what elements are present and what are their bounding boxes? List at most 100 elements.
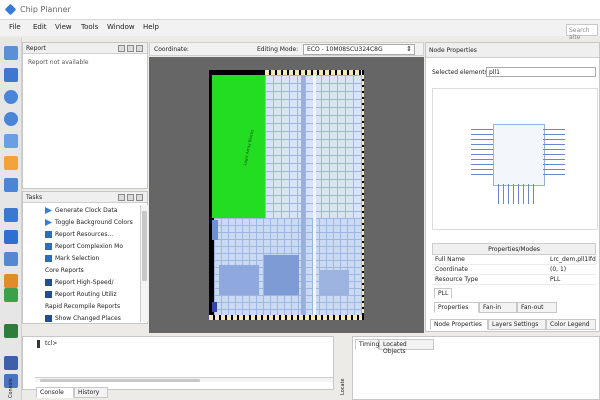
tcl-prompt[interactable]: tcl> xyxy=(45,340,57,347)
pll-block[interactable] xyxy=(212,220,218,240)
tab-located-objects[interactable]: Located Objects xyxy=(379,339,434,355)
task-item[interactable]: Toggle Background Colors xyxy=(45,217,140,228)
selected-elements-field[interactable]: pll1 xyxy=(486,67,596,77)
console-hscrollbar[interactable] xyxy=(35,377,333,382)
fit-view-icon[interactable] xyxy=(4,178,18,192)
title-bar: Chip Planner xyxy=(0,0,600,20)
report-icon xyxy=(45,255,52,262)
tab-history[interactable]: History xyxy=(74,387,108,398)
editing-mode-select[interactable]: ECO - 10M08SCU324C8G ⇕ xyxy=(303,44,415,55)
menu-tools[interactable]: Tools xyxy=(81,23,98,31)
node-properties-header: Node Properties xyxy=(426,43,599,58)
panel-close-icon[interactable] xyxy=(136,45,143,52)
chip-die[interactable]: Logic Array Blocks xyxy=(209,70,364,320)
task-item[interactable]: Report Resources... xyxy=(45,229,140,240)
menu-help[interactable]: Help xyxy=(143,23,159,31)
panel-float-icon[interactable] xyxy=(118,194,125,201)
timing-panel: Timing Located Objects xyxy=(352,336,600,400)
input-pins xyxy=(471,129,493,179)
table-row[interactable]: Resource Type PLL xyxy=(432,275,596,285)
tasks-panel-title: Tasks xyxy=(26,194,43,201)
table-icon xyxy=(45,315,52,322)
layer-icon[interactable] xyxy=(4,208,18,222)
utilization-block xyxy=(319,270,349,295)
select-tool-icon[interactable] xyxy=(4,46,18,60)
zoom-in-icon[interactable] xyxy=(4,90,18,104)
tab-node-properties[interactable]: Node Properties xyxy=(430,319,488,330)
task-item[interactable]: Report High-Speed/ xyxy=(45,277,140,288)
report-icon xyxy=(45,243,52,250)
selected-elements-label: Selected elements: xyxy=(432,69,490,76)
color-icon[interactable] xyxy=(4,288,18,302)
tab-fan-out[interactable]: Fan-out xyxy=(517,302,557,313)
properties-section-header: Properties/Modes xyxy=(432,243,596,255)
tab-color-legend[interactable]: Color Legend xyxy=(546,319,596,330)
panel-restore-icon[interactable] xyxy=(127,45,134,52)
selected-region[interactable]: Logic Array Blocks xyxy=(212,75,265,218)
table-row[interactable]: Full Name Lrc_dem,pll1lfd xyxy=(432,255,596,265)
search-input[interactable]: Search alte xyxy=(566,24,598,41)
properties-table: Full Name Lrc_dem,pll1lfd Coordinate (0, 1… xyxy=(432,255,596,285)
flip-icon[interactable] xyxy=(4,356,18,370)
tasks-list: Generate Clock Data Toggle Background Co… xyxy=(45,205,140,322)
region-label: Logic Array Blocks xyxy=(242,129,255,166)
scrollbar-thumb[interactable] xyxy=(142,211,147,281)
menu-view[interactable]: View xyxy=(55,23,72,31)
pan-hand-icon[interactable] xyxy=(4,134,18,148)
left-toolbar xyxy=(0,38,22,400)
bottom-pins xyxy=(498,184,538,204)
console-panel: tcl> xyxy=(22,336,334,390)
highlight-icon[interactable] xyxy=(4,252,18,266)
report-panel: Report Report not available xyxy=(22,42,148,189)
eco-tool-icon[interactable] xyxy=(4,324,18,338)
chevron-updown-icon: ⇕ xyxy=(406,45,412,53)
task-item[interactable]: Show Changed Places xyxy=(45,313,140,322)
tasks-panel: Tasks Generate Clock Data Toggle Backgro… xyxy=(22,191,148,324)
menu-window[interactable]: Window xyxy=(107,23,135,31)
task-item[interactable]: Report Routing Utiliz xyxy=(45,289,140,300)
table-icon xyxy=(45,291,52,298)
app-logo-icon xyxy=(4,3,17,16)
pll-node-symbol[interactable] xyxy=(493,124,545,186)
tab-layers-settings[interactable]: Layers Settings xyxy=(488,319,546,330)
task-item[interactable]: Mark Selection xyxy=(45,253,140,264)
route-icon[interactable] xyxy=(4,230,18,244)
report-icon xyxy=(45,231,52,238)
pll-block[interactable] xyxy=(212,302,217,312)
measure-icon[interactable] xyxy=(4,274,18,288)
tasks-scrollbar[interactable] xyxy=(140,205,148,322)
chip-canvas[interactable]: Logic Array Blocks xyxy=(149,57,424,333)
task-item[interactable]: Generate Clock Data xyxy=(45,205,140,216)
menu-file[interactable]: File xyxy=(9,23,21,31)
find-icon[interactable] xyxy=(4,156,18,170)
menu-bar: File Edit View Tools Window Help xyxy=(0,20,600,36)
report-placeholder-text: Report not available xyxy=(28,59,89,66)
editing-mode-label: Editing Mode: xyxy=(257,46,299,53)
task-folder[interactable]: Core Reports xyxy=(45,265,140,276)
utilization-block xyxy=(219,265,259,295)
scrollbar-thumb[interactable] xyxy=(40,379,200,382)
panel-restore-icon[interactable] xyxy=(127,194,134,201)
tab-console[interactable]: Console xyxy=(36,387,74,398)
play-icon xyxy=(45,207,52,214)
memory-column xyxy=(313,75,316,315)
tab-pll[interactable]: PLL xyxy=(434,288,453,299)
task-item[interactable]: Report Complexion Mo xyxy=(45,241,140,252)
tab-properties[interactable]: Properties xyxy=(434,302,479,313)
task-folder[interactable]: Rapid Recompile Reports xyxy=(45,301,140,312)
collapse-icon[interactable] xyxy=(37,340,40,348)
zoom-out-icon[interactable] xyxy=(4,112,18,126)
menu-edit[interactable]: Edit xyxy=(33,23,47,31)
tab-timing[interactable]: Timing xyxy=(355,339,379,350)
pointer-tool-icon[interactable] xyxy=(4,68,18,82)
table-row[interactable]: Coordinate (0, 1) xyxy=(432,265,596,275)
tab-fan-in[interactable]: Fan-in xyxy=(479,302,517,313)
table-icon xyxy=(45,279,52,286)
io-pins-bottom xyxy=(209,315,362,320)
node-preview xyxy=(432,88,598,230)
locate-side-label: Locate xyxy=(340,378,346,395)
panel-close-icon[interactable] xyxy=(136,194,143,201)
column-divider xyxy=(301,75,305,315)
panel-float-icon[interactable] xyxy=(118,45,125,52)
node-properties-panel: Node Properties Selected elements: pll1 … xyxy=(425,42,600,332)
